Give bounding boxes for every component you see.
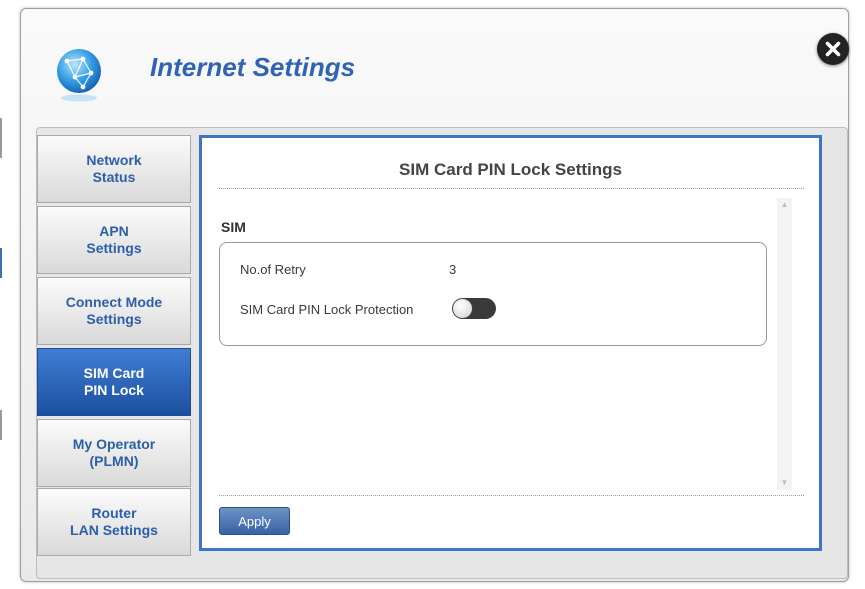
sidebar-item-label: APN Settings [86, 223, 142, 256]
sidebar-item-sim-card-pin-lock[interactable]: SIM Card PIN Lock [37, 348, 191, 416]
section-heading: SIM [221, 219, 246, 235]
sidebar-item-connect-mode-settings[interactable]: Connect Mode Settings [37, 277, 191, 345]
retry-value: 3 [449, 262, 457, 277]
pin-lock-toggle[interactable] [452, 298, 496, 319]
sidebar-item-label: Connect Mode Settings [65, 294, 163, 327]
dialog-title: Internet Settings [150, 52, 356, 82]
settings-panel: SIM Card PIN Lock Settings SIM No.of Ret… [199, 135, 822, 551]
page-title: SIM Card PIN Lock Settings [399, 160, 622, 179]
sidebar-item-router-lan-settings[interactable]: Router LAN Settings [37, 488, 191, 556]
globe-network-icon [57, 49, 101, 102]
edge-mark [0, 410, 2, 440]
sidebar-item-my-operator[interactable]: My Operator (PLMN) [37, 419, 191, 487]
pin-lock-label: SIM Card PIN Lock Protection [240, 302, 414, 317]
sidebar-item-label: Network Status [86, 152, 142, 185]
scroll-up-arrow-icon[interactable]: ▲ [777, 198, 792, 212]
scrollbar[interactable]: ▲ ▼ [777, 198, 792, 490]
sidebar-item-label: Router LAN Settings [70, 505, 158, 538]
sidebar-item-apn-settings[interactable]: APN Settings [37, 206, 191, 274]
edge-mark [0, 248, 2, 278]
divider [219, 495, 804, 496]
retry-label: No.of Retry [240, 262, 306, 277]
sidebar-item-network-status[interactable]: Network Status [37, 135, 191, 203]
sidebar-item-label: SIM Card PIN Lock [83, 365, 145, 398]
sidebar-item-label: My Operator (PLMN) [72, 436, 156, 469]
divider [219, 188, 804, 189]
apply-button[interactable]: Apply [219, 507, 290, 535]
edge-mark [0, 118, 2, 158]
close-icon[interactable] [817, 33, 849, 65]
window-edge [0, 0, 3, 589]
sim-info-group: No.of Retry 3 SIM Card PIN Lock Protecti… [219, 242, 767, 346]
toggle-knob [453, 299, 472, 318]
scroll-down-arrow-icon[interactable]: ▼ [777, 476, 792, 490]
